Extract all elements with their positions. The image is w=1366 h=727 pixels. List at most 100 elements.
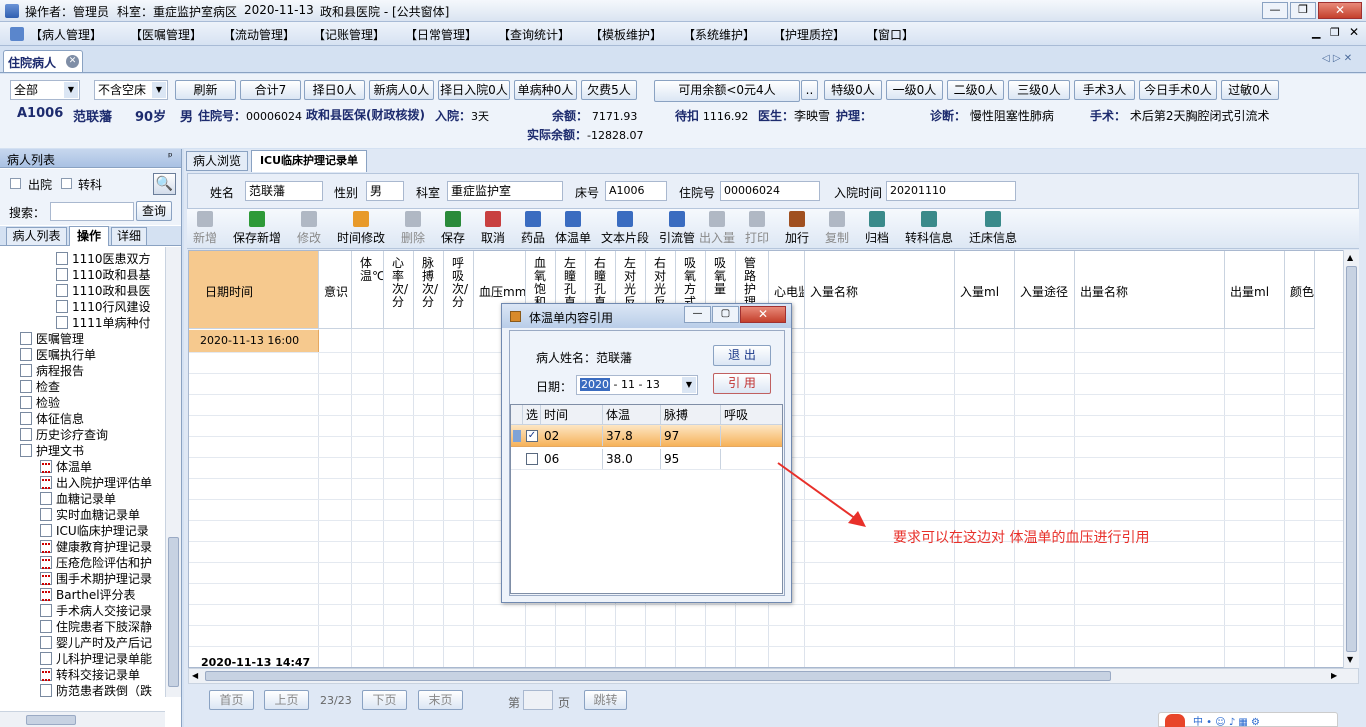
tree-item[interactable]: 出入院护理评估单 [40, 475, 152, 491]
tree-item[interactable]: Barthel评分表 [40, 587, 136, 603]
refresh-button[interactable]: 刷新 [175, 80, 236, 100]
toolbar-button[interactable]: 迁床信息 [961, 211, 1025, 246]
scroll-left-icon[interactable]: ◀ [192, 671, 198, 680]
filter-select[interactable]: 全部 ▼ [10, 80, 80, 100]
form-dept-field[interactable]: 重症监护室 [447, 181, 563, 201]
tree-item[interactable]: 实时血糖记录单 [40, 507, 140, 523]
dialog-row-selected[interactable]: ✓ 02 37.8 97 [511, 425, 782, 447]
grid-column-header[interactable]: 脉搏次/分 [414, 251, 444, 329]
toolbar-button[interactable]: 打印 [737, 211, 777, 246]
tree-item[interactable]: 手术病人交接记录 [40, 603, 152, 619]
search-button[interactable]: 查询 [136, 201, 172, 221]
grid-column-header[interactable]: 体温℃ [352, 251, 384, 329]
tree-item[interactable]: 血糖记录单 [40, 491, 116, 507]
menu-window[interactable]: 【窗口】 [866, 26, 914, 43]
available-balance-button[interactable]: 可用余额<0元4人 [654, 80, 800, 102]
transferred-checkbox[interactable] [61, 178, 72, 189]
tree-scroll-thumb[interactable] [168, 537, 179, 687]
form-sex-field[interactable]: 男 [366, 181, 404, 201]
tree-item[interactable]: 医嘱管理 [20, 331, 84, 347]
search-input[interactable] [50, 202, 134, 221]
toolbar-button[interactable]: 转科信息 [897, 211, 961, 246]
mdi-restore-icon[interactable]: ❐ [1330, 26, 1340, 39]
mdi-close-icon[interactable]: ✕ [1349, 25, 1359, 39]
grid-horizontal-scrollbar[interactable]: ◀ ▶ [188, 668, 1359, 684]
menu-query[interactable]: 【查询统计】 [498, 26, 570, 43]
today-surgery-button[interactable]: 今日手术0人 [1139, 80, 1217, 100]
toolbar-button[interactable]: 体温单 [553, 211, 593, 246]
menu-template[interactable]: 【模板维护】 [590, 26, 662, 43]
row-checkbox[interactable] [526, 453, 538, 465]
scroll-down-icon[interactable]: ▼ [1347, 655, 1353, 664]
toolbar-button[interactable]: 保存 [433, 211, 473, 246]
grid-hscroll-thumb[interactable] [205, 671, 1111, 681]
go-page-button[interactable]: 跳转 [584, 690, 627, 710]
toolbar-button[interactable]: 出入量 [697, 211, 737, 246]
grid-column-header[interactable]: 出量ml [1225, 251, 1285, 329]
tab-inpatients[interactable]: 住院病人 ✕ [3, 50, 83, 72]
tree-item[interactable]: 病程报告 [20, 363, 84, 379]
tab-scroll-icons[interactable]: ◁ ▷ ✕ [1322, 53, 1352, 64]
ime-toolbar[interactable]: 中 • ☺ ♪ ▦ ⚙ [1158, 712, 1338, 727]
tab-patient-browse[interactable]: 病人浏览 [186, 151, 248, 171]
toolbar-button[interactable]: 归档 [857, 211, 897, 246]
tree-item[interactable]: 1110政和县医 [56, 283, 151, 299]
grid-column-header[interactable]: 入量名称 [805, 251, 955, 329]
grid-column-header[interactable]: 入量途径 [1015, 251, 1075, 329]
grid-column-header[interactable]: 意识 [319, 251, 352, 329]
selected-row-time-cell[interactable]: 2020-11-13 16:00 [189, 330, 319, 352]
level3-button[interactable]: 三级0人 [1008, 80, 1070, 100]
tree-item[interactable]: 婴儿产时及产后记 [40, 635, 152, 651]
tree-item[interactable]: 健康教育护理记录 [40, 539, 152, 555]
dialog-minimize-button[interactable]: — [684, 306, 711, 323]
tree-item[interactable]: 1111单病种付 [56, 315, 151, 331]
toolbar-button[interactable]: 加行 [777, 211, 817, 246]
tree-vertical-scrollbar[interactable] [165, 247, 181, 697]
tab-close-icon[interactable]: ✕ [66, 55, 79, 68]
first-page-button[interactable]: 首页 [209, 690, 254, 710]
menu-system[interactable]: 【系统维护】 [683, 26, 755, 43]
menu-nursing-qc[interactable]: 【护理质控】 [773, 26, 845, 43]
menu-billing[interactable]: 【记账管理】 [313, 26, 385, 43]
menu-daily[interactable]: 【日常管理】 [405, 26, 477, 43]
tree-item[interactable]: 住院患者下肢深静 [40, 619, 152, 635]
form-admit-field[interactable]: 20201110 [886, 181, 1016, 201]
last-row[interactable]: 2020-11-13 14:47 [189, 651, 1357, 667]
page-input[interactable] [523, 690, 553, 710]
toolbar-button[interactable]: 引流管 [657, 211, 697, 246]
tab-details[interactable]: 详细 [111, 227, 147, 246]
tree-item[interactable]: 儿科护理记录单能 [40, 651, 152, 667]
grid-vertical-scrollbar[interactable]: ▲ ▼ [1343, 250, 1359, 668]
allergy-button[interactable]: 过敏0人 [1221, 80, 1279, 100]
dialog-exit-button[interactable]: 退 出 [713, 345, 771, 366]
special-level-button[interactable]: 特级0人 [824, 80, 882, 100]
form-inpatient-field[interactable]: 00006024 [720, 181, 820, 201]
tree-item[interactable]: 防范患者跌倒（跌 [40, 683, 152, 697]
last-page-button[interactable]: 末页 [418, 690, 463, 710]
single-disease-button[interactable]: 单病种0人 [514, 80, 577, 100]
level1-button[interactable]: 一级0人 [886, 80, 943, 100]
toolbar-button[interactable]: 时间修改 [329, 211, 393, 246]
form-bed-field[interactable]: A1006 [605, 181, 667, 201]
minimize-button[interactable]: — [1262, 2, 1288, 19]
prev-page-button[interactable]: 上页 [264, 690, 309, 710]
toolbar-button[interactable]: 药品 [513, 211, 553, 246]
dialog-maximize-button[interactable]: ▢ [712, 306, 739, 323]
total-button[interactable]: 合计7 [240, 80, 301, 100]
arrears-button[interactable]: 欠费5人 [581, 80, 637, 100]
dialog-date-picker[interactable]: 2020 - 11 - 13 ▼ [576, 375, 698, 395]
dialog-row[interactable]: 06 38.0 95 [511, 448, 782, 470]
grid-column-header[interactable]: 心率次/分 [384, 251, 414, 329]
surgery-button[interactable]: 手术3人 [1074, 80, 1135, 100]
form-name-field[interactable]: 范联藩 [245, 181, 323, 201]
tree-item[interactable]: 体温单 [40, 459, 92, 475]
tree-item[interactable]: 1110行风建设 [56, 299, 151, 315]
menu-patient[interactable]: 【病人管理】 [30, 26, 102, 43]
toolbar-button[interactable]: 修改 [289, 211, 329, 246]
discharged-checkbox[interactable] [10, 178, 21, 189]
tree-item[interactable]: 围手术期护理记录 [40, 571, 152, 587]
select-day-button[interactable]: 择日0人 [304, 80, 365, 100]
dialog-close-button[interactable]: ✕ [740, 306, 786, 323]
maximize-button[interactable]: ❐ [1290, 2, 1316, 19]
scroll-right-icon[interactable]: ▶ [1331, 671, 1337, 680]
